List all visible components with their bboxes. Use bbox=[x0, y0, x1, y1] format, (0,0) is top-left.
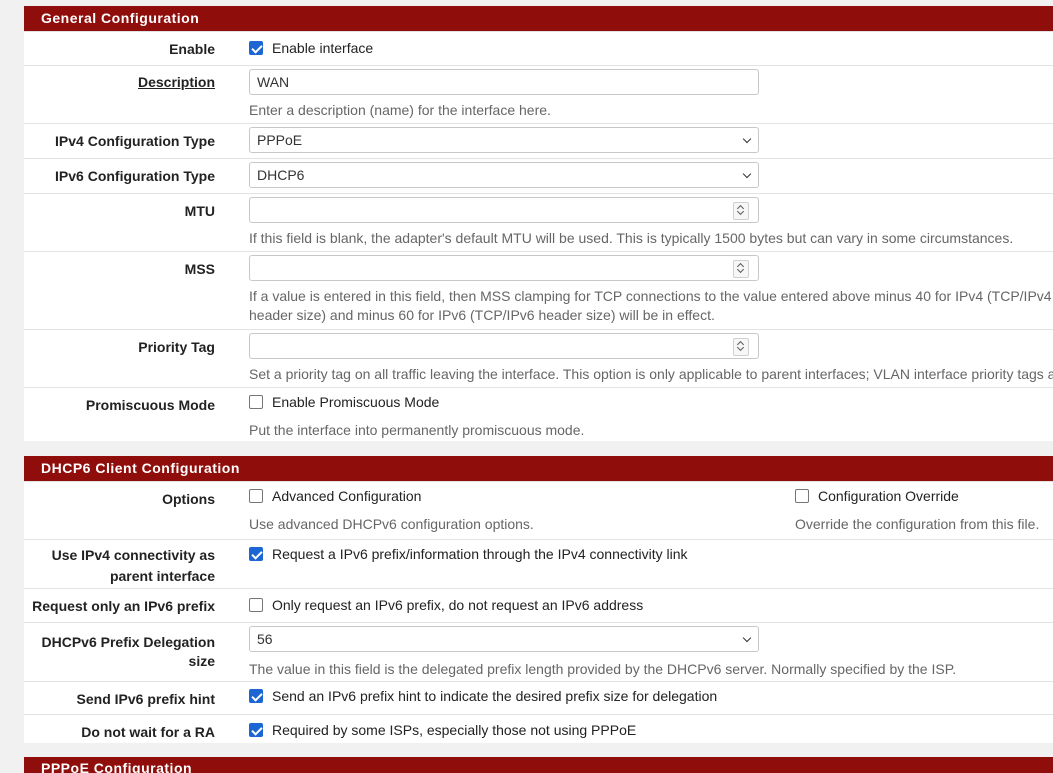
configuration-override-label: Configuration Override bbox=[818, 488, 959, 504]
general-configuration-panel: General Configuration Enable Enable inte… bbox=[24, 6, 1053, 441]
checkbox-unchecked-icon[interactable] bbox=[249, 395, 263, 409]
chevron-down-icon bbox=[742, 134, 752, 144]
prefix-delegation-label-line1: DHCPv6 Prefix Delegation bbox=[41, 634, 216, 650]
mss-row: MSS If a value is entered in this field,… bbox=[24, 251, 1053, 329]
options-label: Options bbox=[162, 491, 215, 507]
mss-help: If a value is entered in this field, the… bbox=[249, 288, 1052, 323]
prefix-delegation-help: The value in this field is the delegated… bbox=[249, 661, 957, 677]
prefix-delegation-select[interactable]: 56 bbox=[249, 626, 759, 652]
use-ipv4-checkbox-label: Request a IPv6 prefix/information throug… bbox=[272, 546, 688, 562]
prefix-delegation-label-line2: size bbox=[188, 653, 215, 669]
prefix-hint-checkbox[interactable]: Send an IPv6 prefix hint to indicate the… bbox=[249, 687, 717, 705]
promiscuous-label: Promiscuous Mode bbox=[85, 397, 215, 413]
priority-tag-label: Priority Tag bbox=[138, 339, 215, 355]
number-spinner-icon[interactable] bbox=[733, 260, 749, 278]
configuration-override-help: Override the configuration from this fil… bbox=[795, 516, 1040, 532]
checkbox-checked-icon[interactable] bbox=[249, 689, 263, 703]
priority-tag-row: Priority Tag Set a priority tag on all t… bbox=[24, 329, 1053, 387]
configuration-override-checkbox[interactable]: Configuration Override bbox=[795, 487, 959, 505]
prefix-hint-checkbox-label: Send an IPv6 prefix hint to indicate the… bbox=[272, 688, 718, 704]
mss-label: MSS bbox=[184, 261, 215, 277]
use-ipv4-checkbox[interactable]: Request a IPv6 prefix/information throug… bbox=[249, 545, 688, 563]
checkbox-checked-icon[interactable] bbox=[249, 547, 263, 561]
enable-interface-label: Enable interface bbox=[272, 40, 374, 56]
no-wait-ra-label: Do not wait for a RA bbox=[81, 724, 215, 740]
ipv4-type-select[interactable]: PPPoE bbox=[249, 127, 759, 153]
pppoe-configuration-header: PPPoE Configuration bbox=[24, 757, 1053, 773]
description-value: WAN bbox=[257, 74, 290, 90]
prefix-delegation-row: DHCPv6 Prefix Delegation size 56 The val… bbox=[24, 622, 1053, 681]
use-ipv4-label-line2: parent interface bbox=[109, 568, 215, 584]
no-wait-ra-checkbox-label: Required by some ISPs, especially those … bbox=[272, 722, 637, 738]
prefix-delegation-value: 56 bbox=[257, 631, 273, 647]
mtu-help: If this field is blank, the adapter's de… bbox=[249, 230, 1014, 246]
ipv6-type-label: IPv6 Configuration Type bbox=[55, 168, 215, 184]
dhcp6-client-panel: DHCP6 Client Configuration Options Advan… bbox=[24, 456, 1053, 743]
use-ipv4-label-line1: Use IPv4 connectivity as bbox=[51, 547, 215, 563]
promiscuous-row: Promiscuous Mode Enable Promiscuous Mode… bbox=[24, 387, 1053, 445]
enable-label: Enable bbox=[169, 41, 215, 57]
no-wait-ra-row: Do not wait for a RA Required by some IS… bbox=[24, 714, 1053, 748]
ipv6-type-select[interactable]: DHCP6 bbox=[249, 162, 759, 188]
request-prefix-only-checkbox-label: Only request an IPv6 prefix, do not requ… bbox=[272, 597, 644, 613]
advanced-configuration-checkbox[interactable]: Advanced Configuration bbox=[249, 487, 421, 505]
description-label[interactable]: Description bbox=[24, 73, 215, 92]
general-configuration-header: General Configuration bbox=[24, 6, 1053, 31]
mtu-input[interactable] bbox=[249, 197, 759, 223]
request-prefix-only-label: Request only an IPv6 prefix bbox=[32, 598, 215, 614]
dhcp6-client-header: DHCP6 Client Configuration bbox=[24, 456, 1053, 481]
ipv4-type-label: IPv4 Configuration Type bbox=[55, 133, 215, 149]
ipv4-type-row: IPv4 Configuration Type PPPoE bbox=[24, 123, 1053, 158]
checkbox-unchecked-icon[interactable] bbox=[249, 489, 263, 503]
description-input[interactable]: WAN bbox=[249, 69, 759, 95]
priority-tag-help: Set a priority tag on all traffic leavin… bbox=[249, 366, 1053, 382]
prefix-hint-label: Send IPv6 prefix hint bbox=[76, 691, 215, 707]
prefix-delegation-label: DHCPv6 Prefix Delegation size bbox=[24, 633, 216, 671]
priority-tag-input[interactable] bbox=[249, 333, 759, 359]
checkbox-checked-icon[interactable] bbox=[249, 41, 263, 55]
mtu-label: MTU bbox=[184, 203, 215, 219]
promiscuous-checkbox[interactable]: Enable Promiscuous Mode bbox=[249, 393, 439, 411]
request-prefix-only-checkbox[interactable]: Only request an IPv6 prefix, do not requ… bbox=[249, 596, 643, 614]
mtu-row: MTU If this field is blank, the adapter'… bbox=[24, 193, 1053, 251]
checkbox-unchecked-icon[interactable] bbox=[249, 598, 263, 612]
chevron-down-icon bbox=[742, 169, 752, 179]
enable-interface-checkbox[interactable]: Enable interface bbox=[249, 39, 373, 57]
advanced-configuration-label: Advanced Configuration bbox=[272, 488, 422, 504]
description-row: Description WAN Enter a description (nam… bbox=[24, 65, 1053, 123]
checkbox-checked-icon[interactable] bbox=[249, 723, 263, 737]
promiscuous-checkbox-label: Enable Promiscuous Mode bbox=[272, 394, 440, 410]
mss-input[interactable] bbox=[249, 255, 759, 281]
chevron-down-icon bbox=[742, 633, 752, 643]
pppoe-configuration-panel: PPPoE Configuration bbox=[24, 757, 1053, 773]
prefix-hint-row: Send IPv6 prefix hint Send an IPv6 prefi… bbox=[24, 681, 1053, 714]
checkbox-unchecked-icon[interactable] bbox=[795, 489, 809, 503]
use-ipv4-row: Use IPv4 connectivity as parent interfac… bbox=[24, 539, 1053, 588]
enable-row: Enable Enable interface bbox=[24, 31, 1053, 65]
ipv6-type-value: DHCP6 bbox=[257, 167, 305, 183]
ipv6-type-row: IPv6 Configuration Type DHCP6 bbox=[24, 158, 1053, 193]
no-wait-ra-checkbox[interactable]: Required by some ISPs, especially those … bbox=[249, 721, 636, 739]
request-prefix-only-row: Request only an IPv6 prefix Only request… bbox=[24, 588, 1053, 622]
ipv4-type-value: PPPoE bbox=[257, 132, 303, 148]
number-spinner-icon[interactable] bbox=[733, 338, 749, 356]
advanced-configuration-help: Use advanced DHCPv6 configuration option… bbox=[249, 516, 534, 532]
use-ipv4-label: Use IPv4 connectivity as parent interfac… bbox=[24, 546, 215, 586]
options-row: Options Advanced Configuration Use advan… bbox=[24, 481, 1053, 539]
description-help: Enter a description (name) for the inter… bbox=[249, 102, 551, 118]
number-spinner-icon[interactable] bbox=[733, 202, 749, 220]
promiscuous-help: Put the interface into permanently promi… bbox=[249, 422, 585, 438]
